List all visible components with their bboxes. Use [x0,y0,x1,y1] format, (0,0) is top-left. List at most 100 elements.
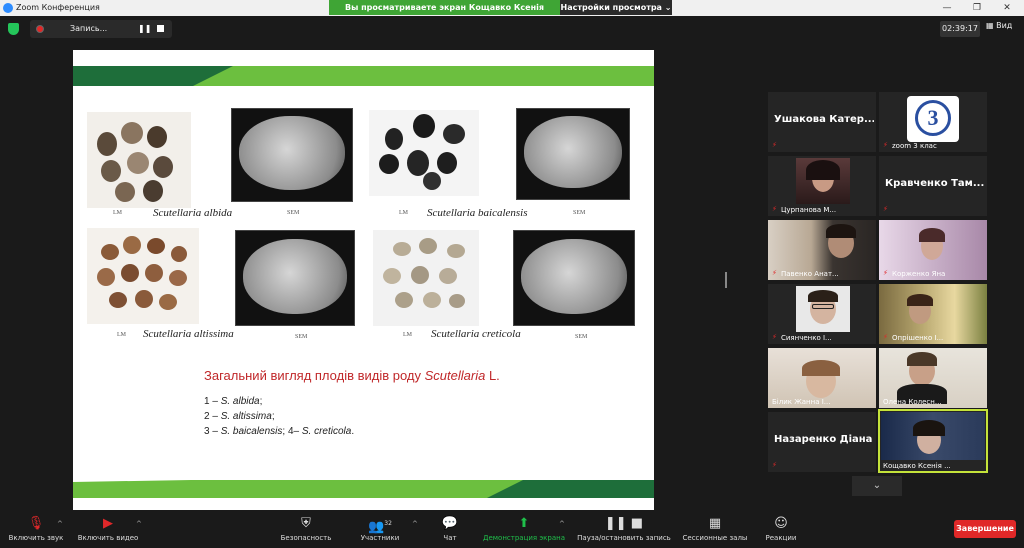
participant-name: Павенко Анат... [781,270,839,278]
view-options-button[interactable]: Настройки просмотра ⌄ [560,0,672,15]
pause-record-button[interactable]: ❚❚ ■ Пауза/остановить запись [574,512,674,548]
start-video-label: Включить видео [77,534,139,542]
participant-video [796,158,850,204]
slide-title: Загальний вигляд плодів видів роду Scute… [204,368,500,383]
participant-tile[interactable]: Назаренко Діана ⚡ [768,412,876,472]
participant-video [796,286,850,332]
sem-label: SEM [573,210,586,216]
share-screen-button[interactable]: ⬆ Демонстрация экрана [478,512,570,548]
pause-icon[interactable]: ❚❚ [138,24,151,33]
smiley-icon: ☺ [774,516,788,531]
seeds-albida-image [87,112,191,208]
shared-screen: LM SEM Scutellaria albida LM SEM Scutell… [73,50,654,510]
grid-icon: ▦ [986,21,994,30]
slide-top-band-light [193,66,654,86]
minimize-icon[interactable]: — [932,0,962,16]
species-label-altissima: Scutellaria altissima [143,328,234,340]
participant-name: Сиянченко І... [781,334,832,342]
mic-muted-icon: ⚡ [772,141,777,149]
participant-tile[interactable]: ⚡ Сиянченко І... [768,284,876,344]
participant-name: Олена Колесн... [883,398,942,406]
sem-label: SEM [575,334,588,340]
mic-muted-icon: ⚡ [883,269,888,277]
window-title: Zoom Конференция [16,3,100,12]
sem-albida-image [231,108,353,202]
meeting-timer: 02:39:17 [940,21,980,37]
security-button[interactable]: ⛨ Безопасность [276,512,336,548]
participant-tile[interactable]: 3 ⚡ zoom 3 клас [879,92,987,152]
share-screen-label: Демонстрация экрана [483,534,565,542]
share-options-caret[interactable]: ^ [559,520,565,528]
pause-stop-icon: ❚❚ ■ [604,516,644,531]
participant-gallery: Ушакова Катер... ⚡ 3 ⚡ zoom 3 клас ⚡ Цур… [766,92,988,474]
participants-options-caret[interactable]: ^ [412,520,418,528]
start-video-button[interactable]: ▶ Включить видео [74,512,142,548]
security-label: Безопасность [280,534,332,542]
end-meeting-button[interactable]: Завершение [954,520,1016,538]
participant-tile[interactable]: Олена Колесн... [879,348,987,408]
shield-icon: ⛨ [301,516,311,531]
seeds-altissima-image [87,228,199,324]
unmute-label: Включить звук [8,534,64,542]
seeds-creticola-image [373,230,479,326]
participant-tile[interactable]: Білик Жанна І... [768,348,876,408]
chat-button[interactable]: 💬 Чат [436,512,464,548]
participant-name: Корженко Яна [892,270,946,278]
mic-muted-icon: ⚡ [883,205,888,213]
mic-muted-icon: ⚡ [883,141,888,149]
sem-creticola-image [513,230,635,326]
participant-tile[interactable]: Кравченко Там... ⚡ [879,156,987,216]
sem-baicalensis-image [516,108,630,200]
lm-label: LM [399,210,408,216]
maximize-icon[interactable]: ❐ [962,0,992,16]
legend-line-3: 3 – S. baicalensis; 4– S. creticola. [204,426,355,437]
participants-count: 32 [384,520,392,527]
participant-video [881,412,985,460]
participant-tile[interactable]: ⚡ Корженко Яна [879,220,987,280]
view-label: Вид [996,21,1013,30]
mic-muted-icon: ⚡ [772,205,777,213]
mic-muted-icon: ⚡ [772,269,777,277]
sem-label: SEM [287,210,300,216]
participants-label: Участники [360,534,400,542]
share-banner: Вы просматриваете экран Кощавко Ксенія С… [329,0,560,27]
participant-tile[interactable]: ⚡ Опрішенко І... [879,284,987,344]
unmute-button[interactable]: 🎙 Включить звук [4,512,68,548]
splitter-handle[interactable] [725,272,727,288]
video-off-icon: ▶ [103,516,113,531]
close-icon[interactable]: ✕ [992,0,1022,16]
chat-label: Чат [443,534,457,542]
species-label-albida: Scutellaria albida [153,207,233,219]
slide-top-band-white [73,86,233,106]
video-options-caret[interactable]: ^ [136,520,142,528]
breakout-rooms-button[interactable]: ▦ Сессионные залы [680,512,750,548]
active-speaker-tile[interactable]: Кощавко Ксенія ... [878,409,988,473]
share-screen-icon: ⬆ [518,516,530,531]
slide-title-genus: Scutellaria [424,368,486,383]
gallery-scroll-down-button[interactable]: ⌄ [852,476,902,496]
stop-icon[interactable] [157,25,164,32]
participant-tile[interactable]: ⚡ Цурпанова М... [768,156,876,216]
seeds-baicalensis-image [369,110,479,196]
legend-line-2: 2 – S. altissima; [204,411,275,422]
lm-label: LM [403,332,412,338]
pause-record-label: Пауза/остановить запись [577,534,671,542]
slide-bottom-band-light [73,480,523,498]
participant-tile[interactable]: ⚡ Павенко Анат... [768,220,876,280]
slide-title-prefix: Загальний вигляд плодів видів роду [204,368,425,383]
sem-altissima-image [235,230,355,326]
record-dot-icon [36,25,44,33]
participant-name: Кощавко Ксенія ... [883,462,951,470]
school-logo-image: 3 [907,96,959,142]
participant-name: Цурпанова М... [781,206,837,214]
legend-line-1: 1 – S. albida; [204,396,263,407]
shield-icon[interactable] [8,23,19,35]
audio-options-caret[interactable]: ^ [57,520,63,528]
participants-button[interactable]: 👥32 Участники [356,512,404,548]
view-button[interactable]: ▦ Вид [986,21,1012,30]
participant-name: Назаренко Діана [774,434,873,445]
chat-icon: 💬 [441,516,459,531]
participant-tile[interactable]: Ушакова Катер... ⚡ [768,92,876,152]
reactions-button[interactable]: ☺ Реакции [760,512,802,548]
breakout-label: Сессионные залы [682,534,748,542]
